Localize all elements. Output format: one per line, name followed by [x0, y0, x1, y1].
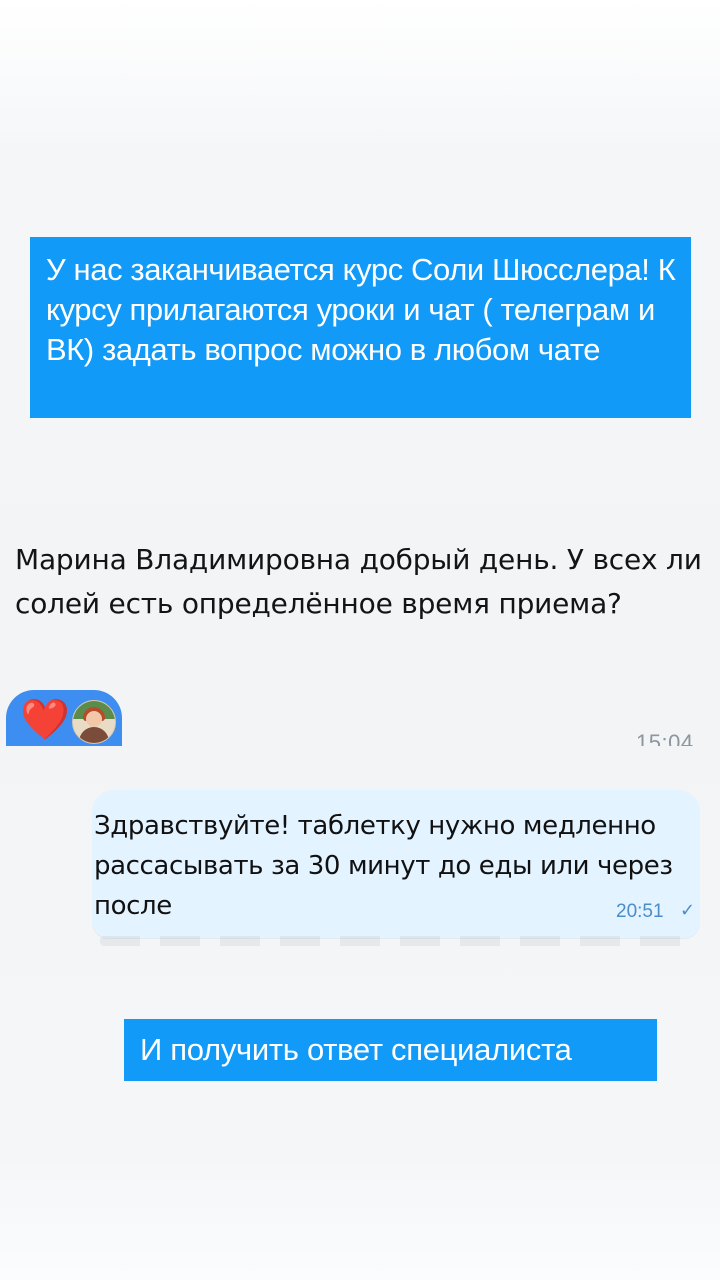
double-check-icon: ✓: [680, 900, 696, 921]
heart-reaction-icon: ❤️: [20, 697, 70, 743]
course-announcement-text: У нас заканчивается курс Соли Шюсслера! …: [46, 252, 676, 367]
reply-message-bubble: Здравствуйте! таблетку нужно медленно ра…: [92, 790, 700, 938]
reply-message-text: Здравствуйте! таблетку нужно медленно ра…: [94, 811, 673, 921]
reaction-pill[interactable]: ❤️: [6, 690, 122, 746]
specialist-answer-text: И получить ответ специалиста: [140, 1032, 572, 1067]
question-message-text: Марина Владимировна добрый день. У всех …: [15, 543, 702, 620]
course-announcement-banner: У нас заканчивается курс Соли Шюсслера! …: [30, 237, 691, 418]
reactor-avatar: [72, 700, 116, 744]
reply-message-time: 20:51: [616, 901, 664, 922]
specialist-answer-banner: И получить ответ специалиста: [124, 1019, 657, 1081]
question-message-time: 15:04: [636, 730, 694, 746]
next-message-fragment: [100, 936, 690, 946]
